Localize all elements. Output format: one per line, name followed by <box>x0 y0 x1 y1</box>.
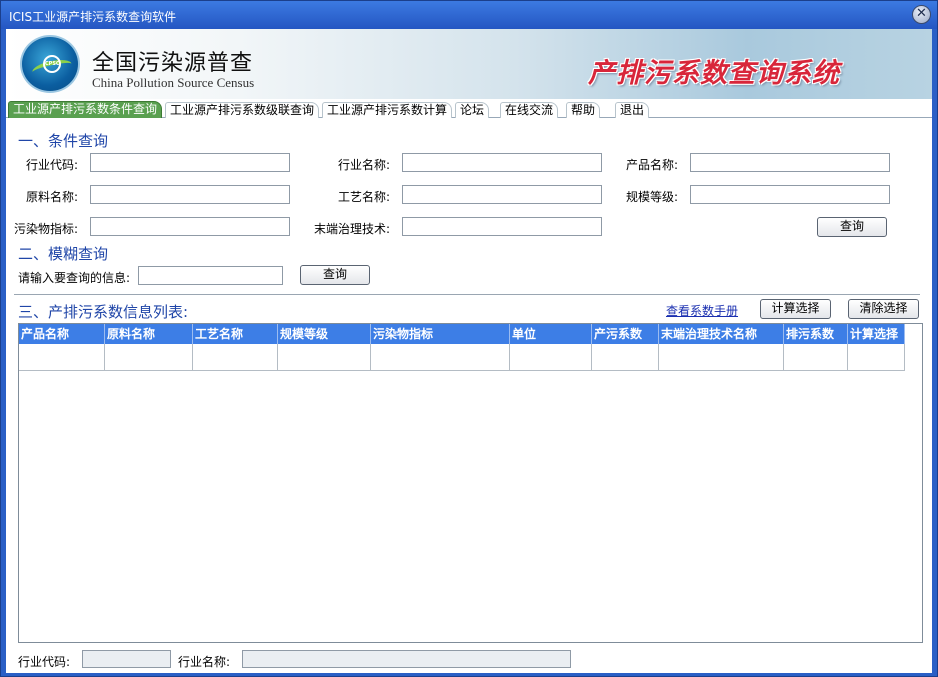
client-area: CPSC 全国污染源普查 China Pollution Source Cens… <box>6 29 932 673</box>
status-industry-name-label: 行业名称: <box>178 655 231 669</box>
tab-online-chat[interactable]: 在线交流 <box>500 102 559 118</box>
table-cell[interactable] <box>105 344 193 371</box>
calc-selection-button[interactable]: 计算选择 <box>760 299 831 319</box>
column-header-treatment[interactable]: 末端治理技术名称 <box>659 324 784 344</box>
process-name-input[interactable] <box>402 185 602 204</box>
table-row[interactable] <box>19 344 905 371</box>
industry-name-label: 行业名称: <box>338 158 391 172</box>
status-industry-name-field <box>242 650 571 668</box>
status-industry-code-label: 行业代码: <box>18 655 71 669</box>
view-manual-link[interactable]: 查看系数手册 <box>666 302 738 319</box>
tab-cascade-query[interactable]: 工业源产排污系数级联查询 <box>165 102 320 118</box>
tab-bar: 工业源产排污系数条件查询 工业源产排污系数级联查询 工业源产排污系数计算 论坛 … <box>6 99 932 118</box>
status-industry-code-field <box>82 650 171 668</box>
status-bar: 行业代码: 行业名称: <box>6 646 932 673</box>
table-cell[interactable] <box>371 344 510 371</box>
column-header-process[interactable]: 工艺名称 <box>193 324 278 344</box>
industry-code-label: 行业代码: <box>26 158 79 172</box>
treatment-input[interactable] <box>402 217 602 236</box>
system-title: 产排污系数查询系统 <box>588 58 840 89</box>
process-name-label: 工艺名称: <box>338 190 391 204</box>
section-divider <box>14 294 920 295</box>
scale-level-input[interactable] <box>690 185 890 204</box>
brand-name-cn: 全国污染源普查 <box>92 51 254 76</box>
tab-coefficient-calc[interactable]: 工业源产排污系数计算 <box>322 102 453 118</box>
table-cell[interactable] <box>19 344 105 371</box>
table-cell[interactable] <box>592 344 659 371</box>
tab-forum[interactable]: 论坛 <box>455 102 490 118</box>
tab-exit[interactable]: 退出 <box>615 102 650 118</box>
table-cell[interactable] <box>784 344 848 371</box>
main-content: 一、条件查询 行业代码: 行业名称: 产品名称: 原料名称: 工艺名称: 规模等… <box>6 119 932 673</box>
window-title: ICIS工业源产排污系数查询软件 <box>9 10 177 24</box>
column-header-unit[interactable]: 单位 <box>510 324 592 344</box>
tab-help[interactable]: 帮助 <box>566 102 601 118</box>
fuzzy-prompt-label: 请输入要查询的信息: <box>18 271 131 285</box>
scale-level-label: 规模等级: <box>626 190 679 204</box>
clear-selection-button[interactable]: 清除选择 <box>848 299 919 319</box>
product-name-input[interactable] <box>690 153 890 172</box>
fuzzy-query-input[interactable] <box>138 266 283 285</box>
column-header-scale[interactable]: 规模等级 <box>278 324 371 344</box>
material-name-label: 原料名称: <box>26 190 79 204</box>
table-cell[interactable] <box>510 344 592 371</box>
header-banner: CPSC 全国污染源普查 China Pollution Source Cens… <box>6 29 932 99</box>
result-list-title: 三、产排污系数信息列表: <box>18 303 189 321</box>
column-header-discharge-coef[interactable]: 排污系数 <box>784 324 848 344</box>
column-header-generation-coef[interactable]: 产污系数 <box>592 324 659 344</box>
column-header-material[interactable]: 原料名称 <box>105 324 193 344</box>
close-icon[interactable]: ✕ <box>912 5 931 24</box>
fuzzy-query-button[interactable]: 查询 <box>300 265 370 285</box>
table-header: 产品名称 原料名称 工艺名称 规模等级 污染物指标 单位 产污系数 末端治理技术… <box>19 324 905 344</box>
table-cell[interactable] <box>193 344 278 371</box>
condition-query-title: 一、条件查询 <box>18 132 109 150</box>
industry-code-input[interactable] <box>90 153 290 172</box>
product-name-label: 产品名称: <box>626 158 679 172</box>
condition-query-button[interactable]: 查询 <box>817 217 887 237</box>
table-cell[interactable] <box>659 344 784 371</box>
logo-text: CPSC <box>43 55 61 73</box>
treatment-label: 末端治理技术: <box>314 222 391 236</box>
column-header-product[interactable]: 产品名称 <box>19 324 105 344</box>
tab-condition-query[interactable]: 工业源产排污系数条件查询 <box>8 101 163 118</box>
fuzzy-query-title: 二、模糊查询 <box>18 245 109 263</box>
app-window: ICIS工业源产排污系数查询软件 ✕ CPSC 全国污染源普查 China Po… <box>0 0 938 677</box>
title-bar[interactable]: ICIS工业源产排污系数查询软件 ✕ <box>1 1 937 29</box>
industry-name-input[interactable] <box>402 153 602 172</box>
pollutant-label: 污染物指标: <box>14 222 79 236</box>
table-cell[interactable] <box>278 344 371 371</box>
cpsc-logo: CPSC <box>20 35 80 93</box>
column-header-pollutant[interactable]: 污染物指标 <box>371 324 510 344</box>
pollutant-input[interactable] <box>90 217 290 236</box>
material-name-input[interactable] <box>90 185 290 204</box>
column-header-calc-select[interactable]: 计算选择 <box>848 324 905 344</box>
table-cell[interactable] <box>848 344 905 371</box>
brand-name-en: China Pollution Source Census <box>92 75 255 90</box>
coefficient-table[interactable]: 产品名称 原料名称 工艺名称 规模等级 污染物指标 单位 产污系数 末端治理技术… <box>18 323 923 643</box>
